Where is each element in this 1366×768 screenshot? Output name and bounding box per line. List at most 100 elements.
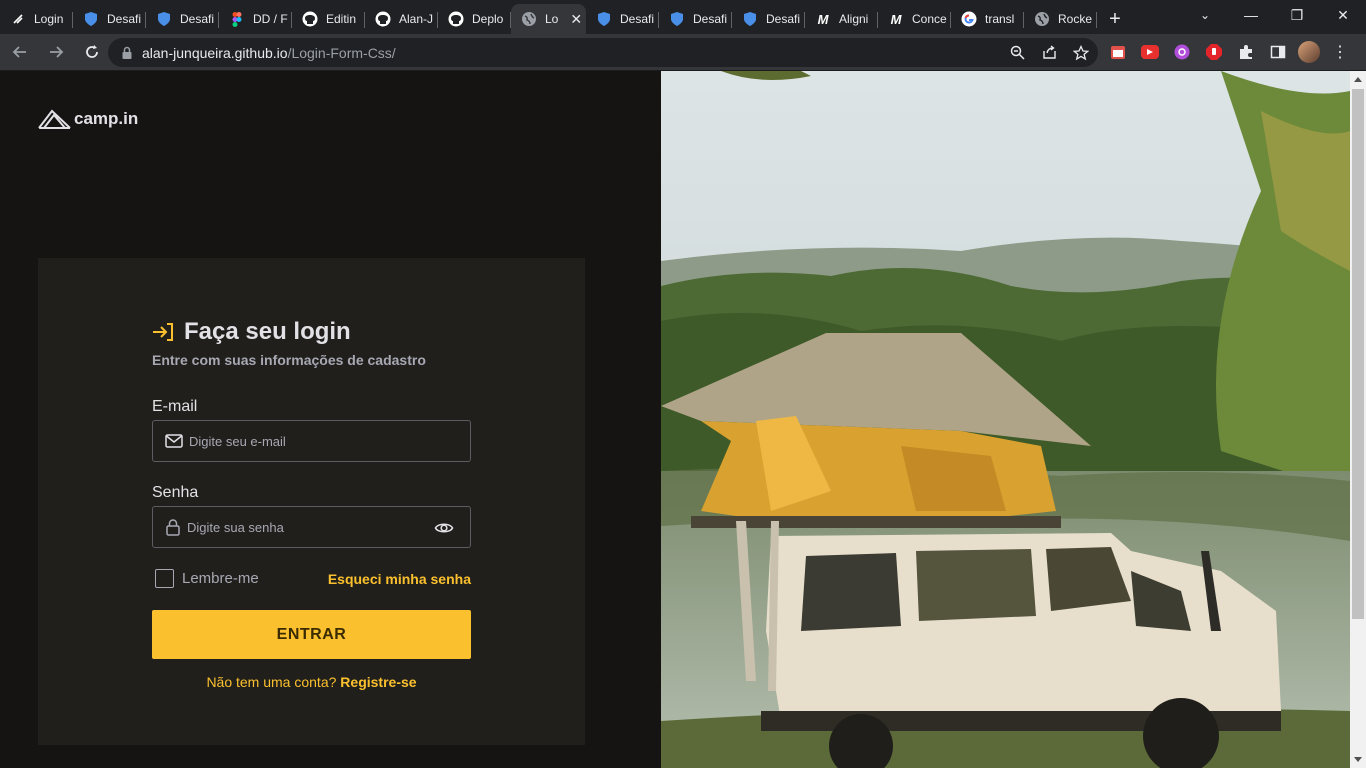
- tab-9[interactable]: Desafi: [659, 4, 732, 34]
- shield-icon: [742, 11, 758, 27]
- minimize-icon[interactable]: —: [1228, 0, 1274, 30]
- signup-prompt: Não tem uma conta?: [206, 674, 337, 690]
- new-tab-button[interactable]: +: [1097, 4, 1133, 34]
- tab-5[interactable]: Alan-J: [365, 4, 438, 34]
- lock-icon: [122, 46, 132, 59]
- tab-6[interactable]: Deplo: [438, 4, 511, 34]
- tab-title: DD / F: [253, 12, 288, 26]
- reload-icon: [86, 45, 98, 58]
- tab-strip: Login Desafi Desafi DD / F Editin Alan-J…: [0, 0, 1366, 34]
- github-icon: [302, 11, 318, 27]
- tab-title: Desafi: [766, 12, 801, 26]
- sign-in-icon: [153, 323, 173, 341]
- browser-toolbar: alan-junqueira.github.io/Login-Form-Css/…: [0, 34, 1366, 71]
- options-row: Lembre-me Esqueci minha senha: [152, 569, 471, 588]
- reload-button[interactable]: [76, 36, 108, 68]
- signup-link[interactable]: Registre-se: [340, 674, 416, 690]
- tab-title: Lo: [545, 12, 559, 26]
- camping-photo: [661, 71, 1350, 768]
- bookmark-star-icon[interactable]: [1070, 42, 1092, 64]
- google-icon: [961, 11, 977, 27]
- tab-7-active[interactable]: Lo ✕: [511, 4, 586, 34]
- email-input[interactable]: [189, 433, 419, 449]
- tab-title: Deplo: [472, 12, 504, 26]
- shield-icon: [596, 11, 612, 27]
- tab-2[interactable]: Desafi: [146, 4, 219, 34]
- eye-icon[interactable]: [434, 518, 454, 538]
- tab-12[interactable]: M Conce: [878, 4, 951, 34]
- globe-icon: [1034, 11, 1050, 27]
- email-field[interactable]: [152, 420, 471, 462]
- side-panel-icon[interactable]: [1266, 40, 1290, 64]
- remember-me[interactable]: Lembre-me: [152, 569, 259, 588]
- email-label: E-mail: [152, 398, 198, 415]
- purple-extension-icon[interactable]: [1170, 40, 1194, 64]
- login-heading: Faça seu login: [152, 318, 471, 346]
- scroll-down-icon[interactable]: [1354, 757, 1362, 762]
- login-form: Faça seu login Entre com suas informaçõe…: [152, 318, 471, 690]
- stop-extension-icon[interactable]: [1202, 40, 1226, 64]
- tab-title: Desafi: [107, 12, 142, 26]
- forward-button[interactable]: [40, 36, 72, 68]
- menu-kebab-icon[interactable]: ⋮: [1328, 40, 1352, 64]
- rocketseat-icon: [10, 11, 26, 27]
- profile-avatar[interactable]: [1298, 41, 1320, 63]
- back-button[interactable]: [4, 36, 36, 68]
- tab-3[interactable]: DD / F: [219, 4, 292, 34]
- window-controls: — ❐ ✕: [1228, 0, 1366, 30]
- page-scrollbar[interactable]: [1350, 71, 1366, 768]
- tab-title: Desafi: [180, 12, 215, 26]
- tab-4[interactable]: Editin: [292, 4, 365, 34]
- tab-10[interactable]: Desafi: [732, 4, 805, 34]
- tab-title: Conce: [912, 12, 947, 26]
- signup-row: Não tem uma conta? Registre-se: [152, 674, 471, 690]
- tab-search-chevron-icon[interactable]: ⌄: [1192, 4, 1218, 26]
- video-extension-icon[interactable]: [1138, 40, 1162, 64]
- logo[interactable]: camp.in: [38, 109, 138, 129]
- calendar-extension-icon[interactable]: [1106, 40, 1130, 64]
- puzzle-extensions-icon[interactable]: [1234, 40, 1258, 64]
- scrollbar-thumb[interactable]: [1352, 89, 1364, 619]
- tab-14[interactable]: Rocke: [1024, 4, 1097, 34]
- zoom-icon[interactable]: [1006, 42, 1028, 64]
- tab-11[interactable]: M Aligni: [805, 4, 878, 34]
- url-host: alan-junqueira.github.io: [142, 44, 288, 61]
- close-window-icon[interactable]: ✕: [1320, 0, 1366, 30]
- tab-title: Desafi: [693, 12, 728, 26]
- arrow-right-icon: [50, 46, 64, 58]
- close-tab-icon[interactable]: ✕: [570, 11, 582, 28]
- tab-title: Login: [34, 12, 64, 26]
- login-subtitle: Entre com suas informações de cadastro: [152, 352, 426, 368]
- tab-title: Alan-J: [399, 12, 434, 26]
- m-icon: M: [817, 11, 829, 27]
- password-label: Senha: [152, 484, 199, 501]
- tab-title: Editin: [326, 12, 357, 26]
- tab-title: transl: [985, 12, 1015, 26]
- submit-button[interactable]: ENTRAR: [152, 610, 471, 659]
- figma-icon: [229, 11, 245, 27]
- tab-13[interactable]: transl: [951, 4, 1024, 34]
- tab-title: Desafi: [620, 12, 655, 26]
- tab-8[interactable]: Desafi: [586, 4, 659, 34]
- scroll-up-icon[interactable]: [1354, 77, 1362, 82]
- address-bar[interactable]: alan-junqueira.github.io/Login-Form-Css/: [108, 38, 1098, 67]
- extensions-area: ⋮: [1106, 40, 1352, 64]
- login-panel: camp.in Faça seu login Entre com suas in…: [0, 71, 661, 768]
- password-input[interactable]: [187, 519, 417, 535]
- forgot-password-link[interactable]: Esqueci minha senha: [328, 571, 471, 587]
- globe-icon: [521, 11, 537, 27]
- arrow-left-icon: [12, 46, 26, 58]
- shield-icon: [669, 11, 685, 27]
- tab-1[interactable]: Desafi: [73, 4, 146, 34]
- github-icon: [448, 11, 464, 27]
- tab-0[interactable]: Login: [0, 4, 73, 34]
- shield-icon: [83, 11, 99, 27]
- shield-icon: [156, 11, 172, 27]
- tab-title: Aligni: [839, 12, 869, 26]
- remember-checkbox[interactable]: [155, 569, 174, 588]
- omnibox-actions: [1006, 38, 1092, 67]
- share-icon[interactable]: [1038, 42, 1060, 64]
- tab-title: Rocke: [1058, 12, 1093, 26]
- password-field[interactable]: [152, 506, 471, 548]
- restore-icon[interactable]: ❐: [1274, 0, 1320, 30]
